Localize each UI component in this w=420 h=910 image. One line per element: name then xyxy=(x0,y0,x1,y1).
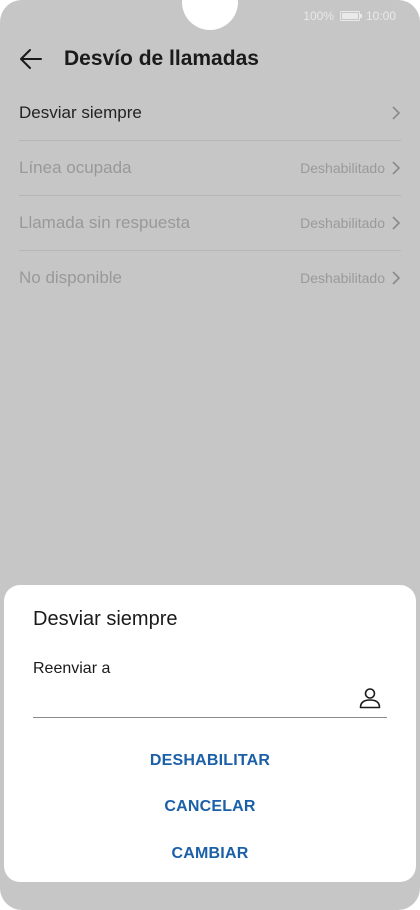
camera-notch xyxy=(182,0,238,30)
app-bar: Desvío de llamadas xyxy=(0,36,420,82)
forward-dialog: Desviar siempre Reenviar a DESHABILITAR … xyxy=(4,585,416,882)
forwarding-options-list: Desviar siempre Línea ocupada Deshabilit… xyxy=(0,86,420,305)
battery-icon xyxy=(339,11,362,21)
chevron-right-icon xyxy=(392,271,401,285)
chevron-right-icon xyxy=(392,216,401,230)
forward-number-input[interactable] xyxy=(33,685,347,715)
list-item-busy[interactable]: Línea ocupada Deshabilitado xyxy=(19,140,401,195)
arrow-left-icon[interactable] xyxy=(18,46,44,72)
chevron-right-icon xyxy=(392,106,401,120)
person-icon[interactable] xyxy=(359,687,381,709)
status-bar: 100% 10:00 xyxy=(303,7,396,25)
list-item-always-forward[interactable]: Desviar siempre xyxy=(19,86,401,140)
change-button[interactable]: CAMBIAR xyxy=(4,834,416,874)
list-item-label: Desviar siempre xyxy=(19,103,142,122)
list-item-value: Deshabilitado xyxy=(300,215,385,231)
cancel-button[interactable]: CANCELAR xyxy=(4,787,416,827)
battery-percent: 100% xyxy=(303,9,334,23)
dialog-title: Desviar siempre xyxy=(33,608,178,630)
forward-to-label: Reenviar a xyxy=(33,660,111,677)
list-item-label: Llamada sin respuesta xyxy=(19,213,191,232)
phone-screen: 100% 10:00 Desvío de llamadas Desviar si… xyxy=(0,0,420,910)
chevron-right-icon xyxy=(392,161,401,175)
clock: 10:00 xyxy=(365,9,396,23)
list-item-label: No disponible xyxy=(19,268,123,287)
list-item-value: Deshabilitado xyxy=(300,270,385,286)
forward-number-field xyxy=(33,681,387,718)
page-title: Desvío de llamadas xyxy=(64,47,259,70)
list-item-value: Deshabilitado xyxy=(300,160,385,176)
list-item-no-answer[interactable]: Llamada sin respuesta Deshabilitado xyxy=(19,195,401,250)
disable-button[interactable]: DESHABILITAR xyxy=(4,741,416,781)
list-item-unavailable[interactable]: No disponible Deshabilitado xyxy=(19,250,401,305)
list-item-label: Línea ocupada xyxy=(19,158,132,177)
